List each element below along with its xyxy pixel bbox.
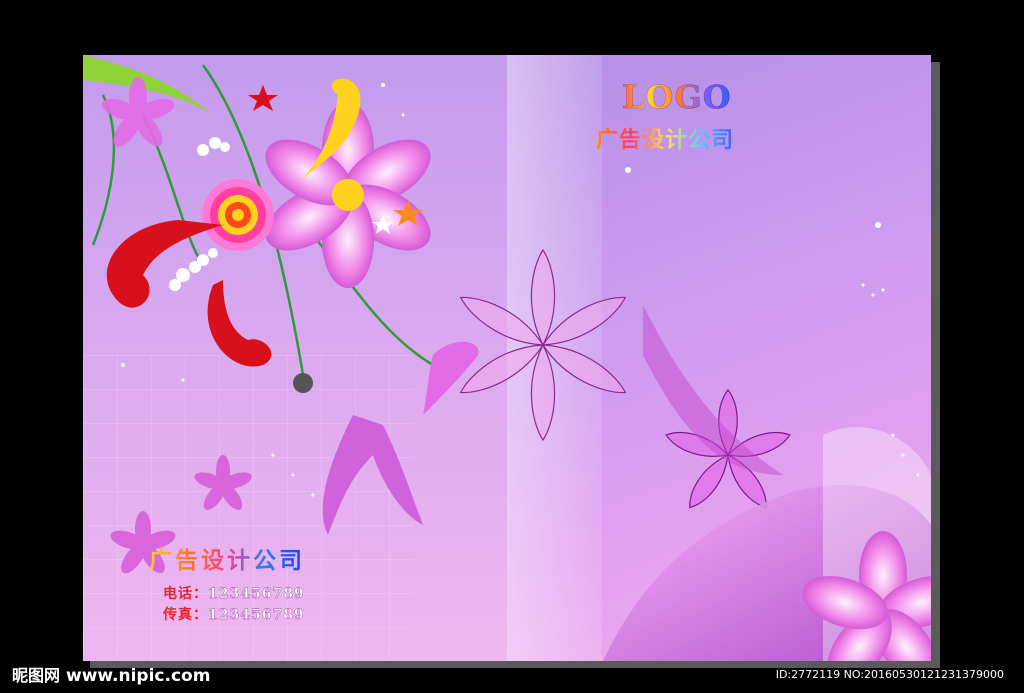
phone-line: 电话：123456789 <box>163 583 305 603</box>
site-url: www.nipic.com <box>66 666 211 686</box>
target-burst <box>202 179 274 251</box>
company-name-back: 广告设计公司 <box>149 541 305 575</box>
outline-lily-center <box>459 248 627 442</box>
site-watermark: 昵图网 www.nipic.com <box>12 662 210 686</box>
sparkles <box>121 83 920 497</box>
phone-value: 123456789 <box>208 586 305 602</box>
fax-line: 传真：123456789 <box>163 604 305 624</box>
company-name-front: 广告设计公司 <box>596 122 734 154</box>
fax-label: 传真： <box>163 607 208 623</box>
site-name: 昵图网 <box>12 666 61 685</box>
seed-pod <box>293 373 313 393</box>
phone-label: 电话： <box>163 586 208 602</box>
red-swirl-bottom <box>207 280 272 367</box>
fax-value: 123456789 <box>208 607 305 623</box>
pink-flower-small-mid <box>194 455 252 510</box>
drooping-lily <box>322 415 423 535</box>
image-id-line: ID:2772119 NO:20160530121231379000 <box>775 668 1004 681</box>
logo-text: LOGO <box>622 78 732 117</box>
